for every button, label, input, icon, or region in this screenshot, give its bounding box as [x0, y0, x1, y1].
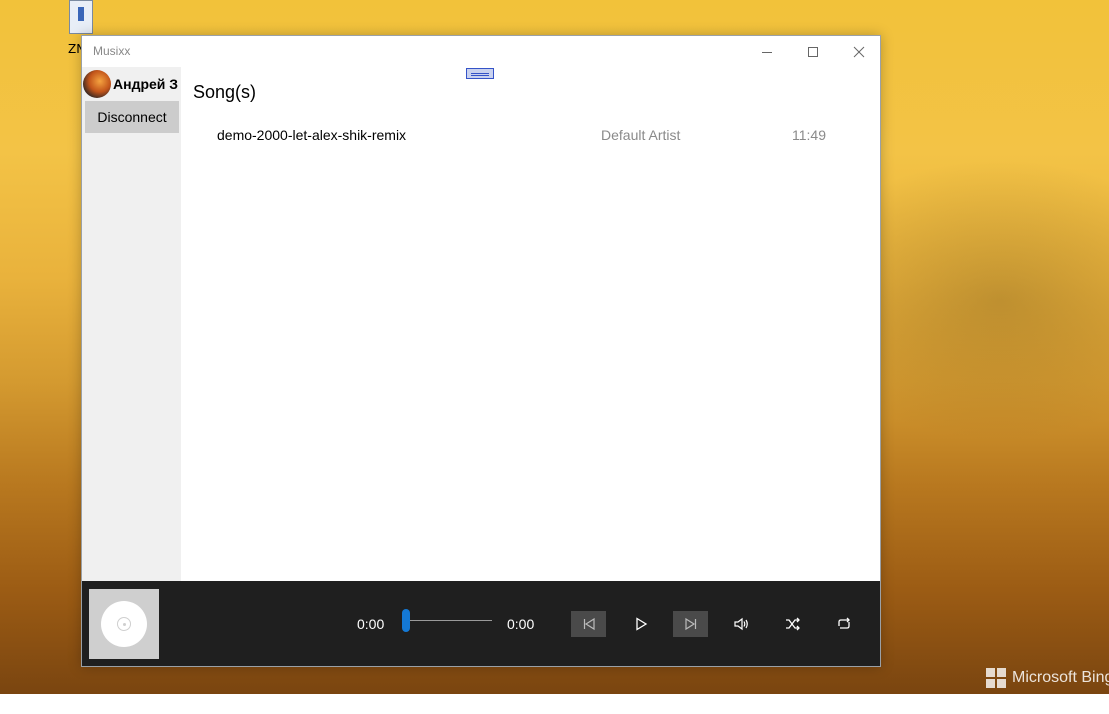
watermark-text: Microsoft Bing: [1012, 669, 1109, 686]
close-icon: [853, 46, 865, 57]
shuffle-icon: [785, 617, 800, 631]
seek-track: [404, 620, 492, 621]
windows-logo-icon: [986, 668, 1006, 688]
song-list-panel: Song(s) demo-2000-let-alex-shik-remix De…: [181, 67, 880, 581]
total-time: 0:00: [507, 616, 535, 632]
document-icon: [69, 0, 93, 34]
user-profile: Андрей З: [83, 69, 178, 99]
window-title: Musixx: [93, 44, 131, 58]
play-icon: [635, 617, 647, 631]
desktop-file-icon[interactable]: ZN: [66, 0, 96, 56]
volume-button[interactable]: [724, 611, 759, 637]
user-name: Андрей З: [113, 76, 179, 92]
sidebar: Андрей З Disconnect: [82, 67, 181, 581]
player-bar: 0:00 0:00: [82, 581, 880, 666]
album-art: [89, 589, 159, 659]
seek-thumb[interactable]: [402, 609, 410, 632]
play-button[interactable]: [623, 611, 658, 637]
song-title: demo-2000-let-alex-shik-remix: [217, 127, 407, 143]
song-row[interactable]: demo-2000-let-alex-shik-remix Default Ar…: [201, 123, 841, 151]
disc-icon: [101, 601, 147, 647]
drag-handle[interactable]: [466, 68, 494, 79]
maximize-button[interactable]: [790, 36, 836, 67]
minimize-button[interactable]: [744, 36, 790, 67]
close-button[interactable]: [836, 36, 882, 67]
shuffle-button[interactable]: [775, 611, 810, 637]
repeat-button[interactable]: [826, 611, 861, 637]
current-time: 0:00: [357, 616, 385, 632]
next-icon: [684, 617, 696, 631]
app-window: Musixx Андрей З Disconnect Song(s) demo-…: [81, 35, 881, 667]
page-title: Song(s): [193, 82, 257, 102]
repeat-icon: [837, 617, 850, 629]
next-button[interactable]: [673, 611, 708, 637]
disconnect-button[interactable]: Disconnect: [85, 101, 179, 133]
bing-watermark: Microsoft Bing: [986, 668, 1109, 688]
song-duration: 11:49: [792, 127, 826, 143]
seek-slider[interactable]: [402, 609, 492, 633]
previous-icon: [583, 617, 595, 631]
minimize-icon: [762, 51, 772, 53]
title-bar[interactable]: Musixx: [82, 36, 880, 67]
previous-button[interactable]: [571, 611, 606, 637]
avatar: [83, 70, 111, 98]
song-artist: Default Artist: [601, 127, 681, 143]
maximize-icon: [808, 46, 818, 57]
volume-icon: [733, 617, 748, 631]
